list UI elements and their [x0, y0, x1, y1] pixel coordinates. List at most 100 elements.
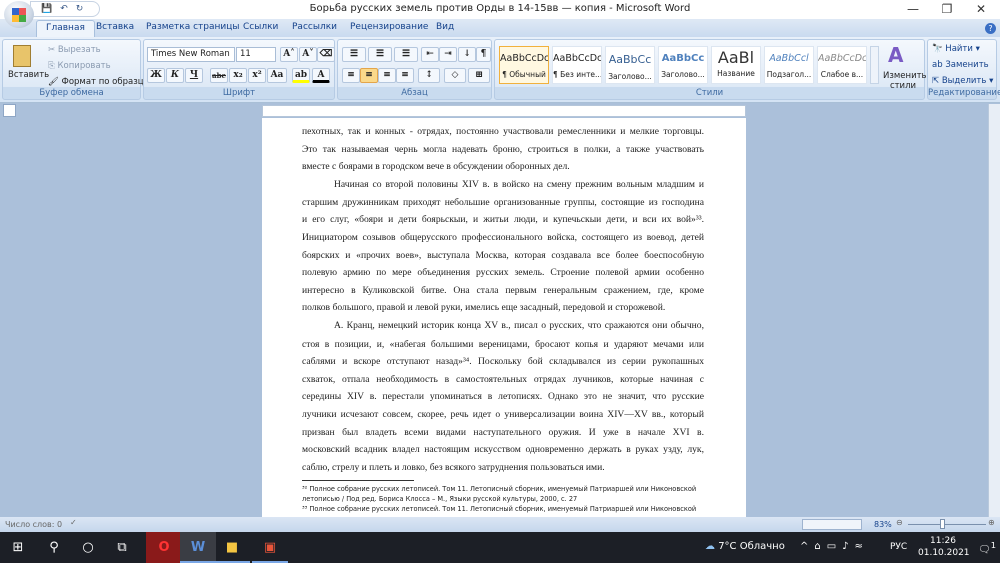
footnote-separator: [302, 480, 414, 481]
help-icon[interactable]: ?: [985, 23, 996, 34]
replace-button[interactable]: ab Заменить: [932, 60, 989, 70]
copy-button[interactable]: ⎘ Копировать: [48, 61, 111, 71]
style-title[interactable]: AaBl Название: [711, 46, 761, 84]
style-subtle-emphasis[interactable]: AaBbCcDc Слабое в...: [817, 46, 867, 84]
highlight-icon[interactable]: ab: [292, 68, 310, 83]
subscript-button[interactable]: x₂: [229, 68, 247, 83]
cut-button[interactable]: ✂ Вырезать: [48, 45, 101, 55]
clock[interactable]: 11:26 01.10.2021: [918, 535, 970, 559]
bold-button[interactable]: Ж: [147, 68, 165, 83]
redo-icon[interactable]: ↻: [76, 4, 84, 14]
decrease-indent-icon[interactable]: ⇤: [421, 47, 439, 62]
styles-group: AaBbCcDc ¶ Обычный AaBbCcDc ¶ Без инте... …: [494, 39, 927, 100]
format-painter-button[interactable]: 🖌 Формат по образцу: [48, 77, 149, 87]
word-count[interactable]: Число слов: 0: [5, 520, 62, 529]
style-name: Название: [717, 69, 755, 78]
style-heading1[interactable]: AaBbCc Заголово...: [605, 46, 655, 84]
tab-insert[interactable]: Вставка: [96, 22, 134, 32]
undo-icon[interactable]: ↶: [60, 4, 68, 14]
underline-button[interactable]: Ч: [185, 68, 203, 83]
tray-icons[interactable]: ^⌂▭♪≈: [800, 541, 869, 552]
language-indicator[interactable]: РУС: [890, 542, 907, 552]
select-button[interactable]: ⇱ Выделить ▾: [932, 76, 993, 86]
clipboard-group-label: Буфер обмена: [39, 88, 104, 98]
task-view-icon[interactable]: ⧉: [104, 532, 140, 563]
change-styles-icon: A: [888, 43, 904, 67]
view-buttons[interactable]: [802, 519, 862, 530]
style-sample: AaBbCcl: [769, 53, 809, 64]
text-line: А. Кранц, немецкий историк конца XV в., …: [334, 320, 704, 332]
align-left-icon[interactable]: ≡: [342, 68, 360, 83]
multilevel-list-icon[interactable]: ☰: [394, 47, 418, 62]
text-line: саблями и вскоре отступают назад»³⁴. Пос…: [302, 355, 704, 367]
change-case-button[interactable]: Aa: [267, 68, 287, 83]
tab-view[interactable]: Вид: [436, 22, 454, 32]
increase-indent-icon[interactable]: ⇥: [439, 47, 457, 62]
strikethrough-button[interactable]: abe: [210, 68, 228, 83]
paste-button[interactable]: Вставить: [8, 70, 49, 80]
justify-icon[interactable]: ≡: [396, 68, 414, 83]
search-icon[interactable]: ⚲: [36, 532, 72, 563]
bullets-icon[interactable]: ☰: [342, 47, 366, 62]
pdf-app-icon[interactable]: ▣: [252, 532, 288, 563]
tab-review[interactable]: Рецензирование: [350, 22, 428, 32]
format-painter-label: Формат по образцу: [61, 77, 149, 87]
style-heading2[interactable]: AaBbCc Заголово...: [658, 46, 708, 84]
start-icon[interactable]: ⊞: [0, 532, 36, 563]
font-color-icon[interactable]: A: [312, 68, 330, 83]
file-explorer-icon[interactable]: ■: [214, 532, 250, 563]
font-size-select[interactable]: 11: [236, 47, 276, 62]
zoom-slider[interactable]: [908, 524, 986, 525]
minimize-button[interactable]: —: [896, 0, 930, 19]
tab-page-layout[interactable]: Разметка страницы: [146, 22, 240, 32]
borders-icon[interactable]: ⊞: [468, 68, 490, 83]
zoom-level[interactable]: 83%: [874, 520, 892, 529]
styles-scroll[interactable]: [870, 46, 879, 84]
grow-font-button[interactable]: A˄: [280, 47, 298, 62]
shading-icon[interactable]: ◇: [444, 68, 466, 83]
style-no-spacing[interactable]: AaBbCcDc ¶ Без инте...: [552, 46, 602, 84]
document-page[interactable]: пехотных, так и конных - отрядах, постоя…: [262, 118, 746, 517]
find-button[interactable]: 🔭 Найти ▾: [932, 44, 980, 54]
ruler-toggle-button[interactable]: [3, 104, 16, 117]
italic-button[interactable]: К: [166, 68, 184, 83]
opera-icon[interactable]: O: [146, 532, 182, 563]
numbering-icon[interactable]: ☰: [368, 47, 392, 62]
title-bar: Борьба русских земель против Орды в 14-1…: [0, 0, 1000, 19]
weather[interactable]: ☁ 7°C Облачно: [705, 541, 785, 552]
zoom-in-icon[interactable]: ⊕: [988, 518, 995, 527]
style-normal[interactable]: AaBbCcDc ¶ Обычный: [499, 46, 549, 84]
style-subtitle[interactable]: AaBbCcl Подзагол...: [764, 46, 814, 84]
paragraph-group: ☰ ☰ ☰ ⇤ ⇥ ↓ ¶ ≡ ≡ ≡ ≡ ↕ ◇ ⊞ Абзац: [337, 39, 492, 100]
office-button[interactable]: [4, 1, 34, 28]
zoom-slider-thumb[interactable]: [940, 519, 945, 529]
save-icon[interactable]: 💾: [41, 4, 52, 14]
zoom-out-icon[interactable]: ⊖: [896, 518, 903, 527]
notifications-icon[interactable]: 🗨1: [978, 540, 996, 555]
restore-button[interactable]: ❐: [930, 0, 964, 19]
align-center-icon[interactable]: ≡: [360, 68, 378, 83]
show-marks-icon[interactable]: ¶: [476, 47, 491, 62]
paste-icon: [13, 45, 31, 67]
vertical-scrollbar[interactable]: [988, 104, 1000, 517]
close-button[interactable]: ✕: [964, 0, 998, 19]
proofing-icon[interactable]: ✓: [70, 518, 77, 527]
line-spacing-icon[interactable]: ↕: [418, 68, 440, 83]
tab-mailings[interactable]: Рассылки: [292, 22, 337, 32]
horizontal-ruler[interactable]: [262, 105, 746, 117]
cortana-icon[interactable]: ○: [70, 532, 106, 563]
tab-references[interactable]: Ссылки: [243, 22, 278, 32]
text-line: вместе с боярами в городском вече в обсу…: [302, 160, 570, 172]
sort-icon[interactable]: ↓: [458, 47, 476, 62]
tab-home[interactable]: Главная: [36, 20, 95, 37]
date: 01.10.2021: [918, 548, 970, 558]
font-name-select[interactable]: Times New Roman: [147, 47, 235, 62]
clear-format-icon[interactable]: ⌫: [317, 47, 335, 62]
replace-label: Заменить: [945, 60, 989, 70]
align-right-icon[interactable]: ≡: [378, 68, 396, 83]
superscript-button[interactable]: x²: [248, 68, 266, 83]
shrink-font-button[interactable]: A˅: [299, 47, 317, 62]
text-line: середины XIV в. перестали упоминаться в …: [302, 390, 704, 402]
text-line: пехотных, так и конных - отрядах, постоя…: [302, 125, 704, 137]
word-icon[interactable]: W: [180, 532, 216, 563]
